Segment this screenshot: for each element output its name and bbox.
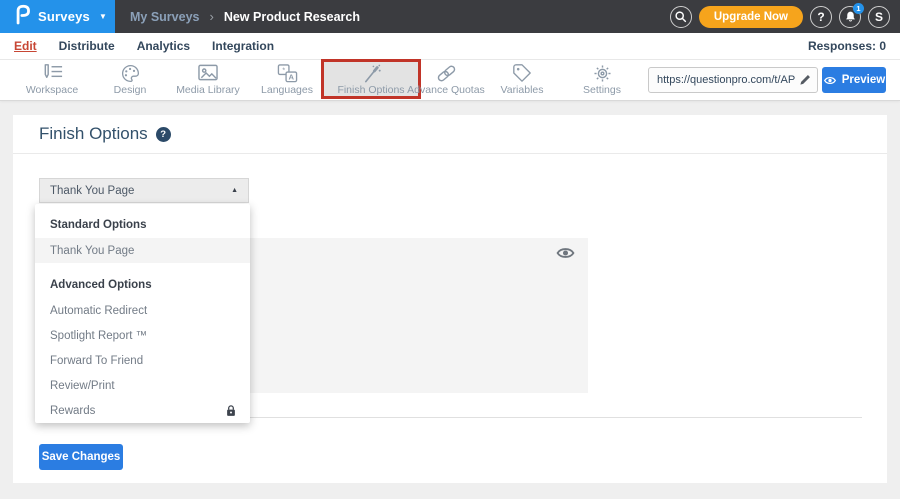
option-label: Thank You Page: [50, 245, 134, 257]
lock-icon: [225, 404, 237, 417]
finish-type-dropdown-menu: Standard Options Thank You Page Advanced…: [35, 204, 250, 423]
workspace-icon: [7, 63, 97, 83]
topbar-actions: Upgrade Now ? 1 S: [670, 0, 890, 33]
preview-label: Preview: [842, 74, 885, 86]
breadcrumb-separator-icon: ›: [209, 9, 213, 24]
settings-icon: [557, 63, 647, 83]
survey-url-field: [648, 67, 818, 93]
breadcrumb-current-survey: New Product Research: [224, 10, 360, 24]
finish-type-selected-value: Thank You Page: [50, 185, 134, 197]
svg-text:A: A: [288, 72, 294, 81]
chevron-down-icon: ▼: [99, 12, 107, 21]
question-mark-icon: ?: [817, 10, 824, 24]
help-button[interactable]: ?: [810, 6, 832, 28]
toolbar-item-media-library[interactable]: Media Library: [163, 63, 253, 96]
svg-text:*: *: [282, 65, 285, 74]
survey-url-input[interactable]: [648, 67, 818, 93]
tab-edit[interactable]: Edit: [14, 39, 37, 53]
option-label: Review/Print: [50, 380, 115, 392]
option-label: Spotlight Report ™: [50, 330, 147, 342]
notification-count-badge: 1: [853, 3, 864, 14]
upgrade-now-button[interactable]: Upgrade Now: [699, 6, 803, 28]
save-changes-label: Save Changes: [42, 451, 121, 463]
page-title: Finish Options ?: [39, 124, 171, 144]
dropdown-group-standard-options: Standard Options: [35, 213, 250, 238]
tab-distribute[interactable]: Distribute: [59, 39, 115, 53]
option-label: Rewards: [50, 405, 95, 417]
dropdown-option-thank-you-page[interactable]: Thank You Page: [35, 238, 250, 263]
finish-type-select[interactable]: Thank You Page ▲: [39, 178, 249, 203]
edit-toolbar: Workspace Design: [0, 60, 900, 101]
dropdown-group-gap: [35, 263, 250, 273]
dropdown-group-advanced-options: Advanced Options: [35, 273, 250, 298]
toolbar-item-settings[interactable]: Settings: [557, 63, 647, 96]
variables-icon: [477, 63, 567, 83]
save-changes-button[interactable]: Save Changes: [39, 444, 123, 470]
top-navigation-bar: Surveys ▼ My Surveys › New Product Resea…: [0, 0, 900, 33]
breadcrumb-my-surveys[interactable]: My Surveys: [130, 10, 199, 24]
dropdown-option-spotlight-report[interactable]: Spotlight Report ™: [35, 323, 250, 348]
dropdown-option-rewards[interactable]: Rewards: [35, 398, 250, 423]
design-icon: [85, 63, 175, 83]
eye-icon: [823, 75, 837, 86]
media-library-icon: [163, 63, 253, 83]
option-label: Automatic Redirect: [50, 305, 147, 317]
page-title-text: Finish Options: [39, 124, 148, 144]
toolbar-item-workspace[interactable]: Workspace: [7, 63, 97, 96]
caret-up-icon: ▲: [231, 187, 238, 194]
responses-count: Responses: 0: [808, 39, 900, 53]
preview-button[interactable]: Preview: [822, 67, 886, 93]
toolbar-item-design[interactable]: Design: [85, 63, 175, 96]
account-avatar[interactable]: S: [868, 6, 890, 28]
title-divider: [13, 153, 887, 154]
question-mark-glyph: ?: [160, 129, 166, 140]
product-switcher[interactable]: Surveys ▼: [0, 0, 115, 33]
option-label: Forward To Friend: [50, 355, 143, 367]
languages-icon: * A: [242, 63, 332, 83]
product-name: Surveys: [38, 9, 90, 24]
tab-analytics[interactable]: Analytics: [137, 39, 190, 53]
questionpro-survey-editor: Surveys ▼ My Surveys › New Product Resea…: [0, 0, 900, 499]
dropdown-option-forward-to-friend[interactable]: Forward To Friend: [35, 348, 250, 373]
toolbar-item-variables[interactable]: Variables: [477, 63, 567, 96]
dropdown-option-automatic-redirect[interactable]: Automatic Redirect: [35, 298, 250, 323]
avatar-initial: S: [875, 10, 883, 24]
breadcrumb: My Surveys › New Product Research: [130, 0, 360, 33]
search-button[interactable]: [670, 6, 692, 28]
toolbar-item-languages[interactable]: * A Languages: [242, 63, 332, 96]
preview-eye-icon[interactable]: [556, 246, 575, 265]
survey-section-tabs: Edit Distribute Analytics Integration Re…: [0, 33, 900, 60]
finish-options-help-icon[interactable]: ?: [156, 127, 171, 142]
notifications-button[interactable]: 1: [839, 6, 861, 28]
tab-integration[interactable]: Integration: [212, 39, 274, 53]
edit-url-pencil-icon[interactable]: [799, 73, 812, 91]
dropdown-option-review-print[interactable]: Review/Print: [35, 373, 250, 398]
questionpro-logo-icon: [13, 2, 31, 31]
search-icon: [674, 10, 687, 23]
